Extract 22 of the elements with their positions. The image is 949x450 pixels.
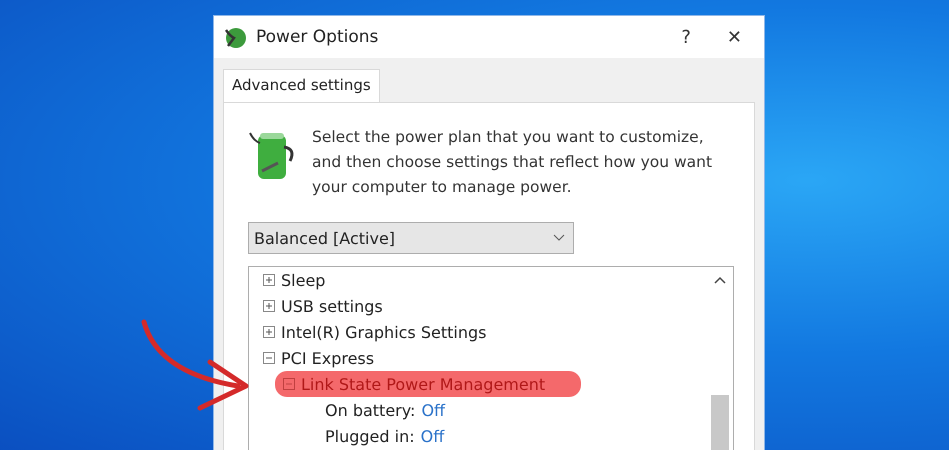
setting-value-link[interactable]: Off [420, 426, 444, 446]
scrollbar-thumb[interactable] [711, 395, 729, 450]
help-button[interactable]: ? [667, 26, 705, 48]
tree-item[interactable]: Sleep [281, 270, 326, 290]
expand-icon[interactable] [263, 274, 275, 286]
setting-label: Plugged in: [325, 426, 415, 446]
chevron-down-icon [553, 234, 565, 242]
close-button[interactable]: ✕ [712, 26, 756, 48]
collapse-icon[interactable] [263, 352, 275, 364]
tree-item[interactable]: Intel(R) Graphics Settings [281, 322, 486, 342]
tree-item[interactable]: PCI Express [281, 348, 374, 368]
scroll-up-icon[interactable] [713, 275, 727, 285]
settings-tree[interactable]: Sleep USB settings Intel(R) Graphics Settings PCI Express Link State Power Management On battery: Off Plugged in: Off [248, 266, 734, 450]
setting-label: On battery: [325, 400, 416, 420]
window-title: Power Options [256, 27, 380, 47]
description-text: Select the power plan that you want to customize, and then choose settings that reflect how you want your computer to manage power. [312, 127, 714, 198]
expand-icon[interactable] [263, 300, 275, 312]
tree-item[interactable]: USB settings [281, 296, 383, 316]
setting-value-link[interactable]: Off [421, 400, 446, 420]
plan-dropdown[interactable]: Balanced [Active] [248, 222, 574, 254]
expand-icon[interactable] [263, 326, 275, 338]
tab[interactable]: Advanced settings [223, 69, 380, 102]
